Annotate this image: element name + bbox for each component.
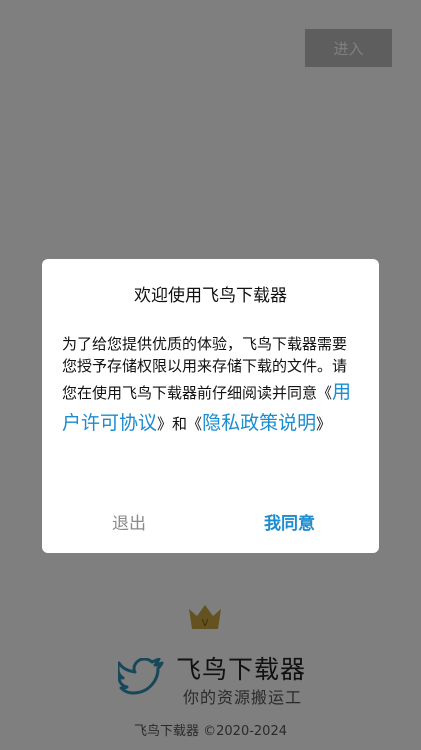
agree-button[interactable]: 我同意	[264, 509, 315, 534]
link-bracket-close: 》	[157, 415, 173, 433]
conjunction-text: 和	[172, 415, 188, 433]
dialog-title: 欢迎使用飞鸟下载器	[134, 286, 287, 306]
permission-dialog: 欢迎使用飞鸟下载器 为了给您提供优质的体验，飞鸟下载器需要您授予存储权限以用来存…	[42, 259, 379, 553]
link-bracket-close: 》	[316, 415, 332, 433]
exit-button[interactable]: 退出	[112, 509, 146, 534]
privacy-policy-link[interactable]: 隐私政策说明	[202, 412, 316, 434]
dialog-message-text: 为了给您提供优质的体验，飞鸟下载器需要您授予存储权限以用来存储下载的文件。请您在…	[62, 335, 348, 402]
dialog-message: 为了给您提供优质的体验，飞鸟下载器需要您授予存储权限以用来存储下载的文件。请您在…	[62, 333, 358, 439]
link-bracket-open: 《	[317, 384, 333, 402]
link-bracket-open: 《	[187, 415, 203, 433]
